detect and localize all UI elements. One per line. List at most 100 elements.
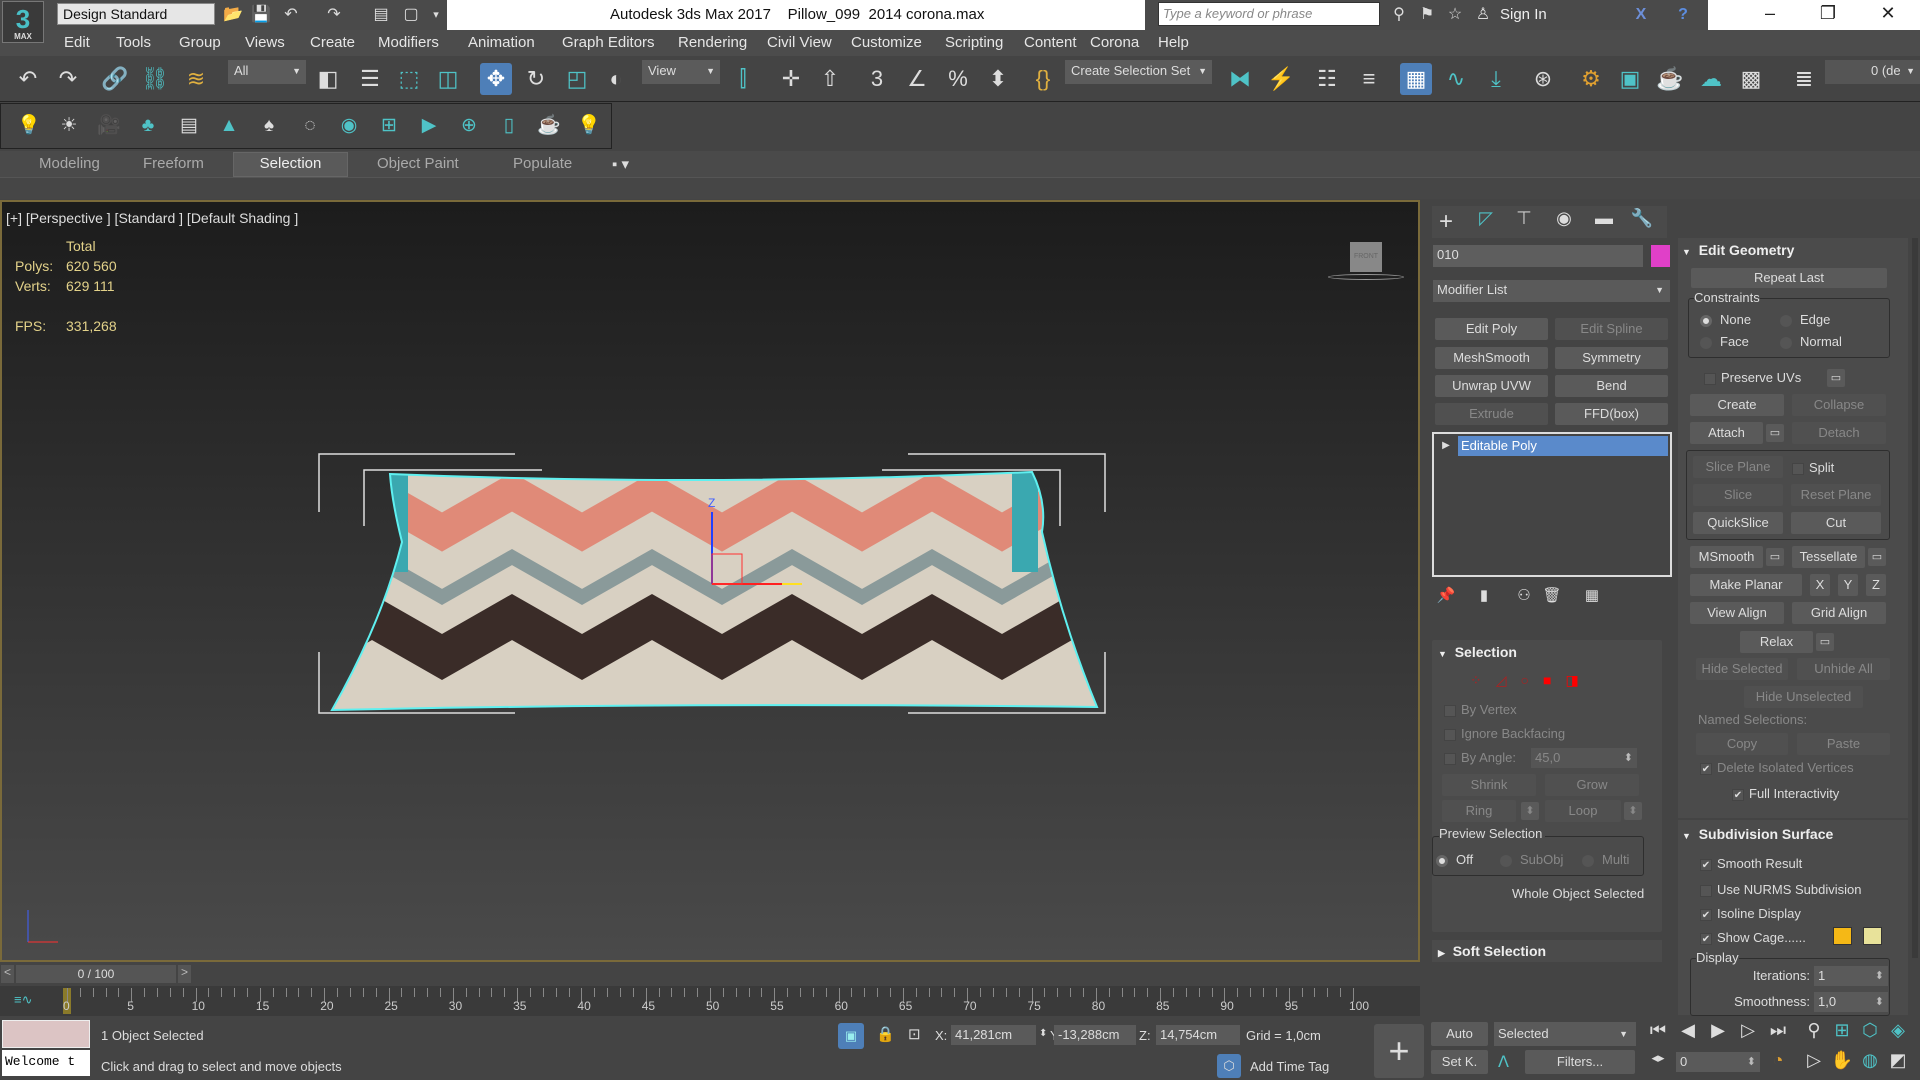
zoom-icon[interactable]: ⚲ — [1800, 1020, 1828, 1041]
show-end-result-icon[interactable]: ▮ — [1470, 586, 1498, 604]
delete-isolated-vertices-checkbox[interactable]: ✔ Delete Isolated Vertices — [1700, 760, 1854, 775]
grid-align-button[interactable]: Grid Align — [1792, 602, 1886, 624]
window-crossing-icon[interactable]: ◫ — [432, 63, 464, 95]
unlink-icon[interactable]: ⛓ — [139, 63, 171, 95]
sun-icon[interactable]: ☀ — [54, 111, 84, 141]
camera-add-icon[interactable]: ⊕ — [454, 111, 484, 141]
shrink-button[interactable]: Shrink — [1442, 774, 1536, 796]
edge-icon[interactable]: ◿ — [1496, 672, 1521, 688]
timeline-track[interactable]: ≡∿ 0 5 10 15 20 25 30 35 40 45 50 55 60 65 70 75 80 85 90 9… — [0, 986, 1420, 1016]
curve-editor-icon[interactable]: ∿ — [1440, 63, 1472, 95]
pivot-center-icon[interactable]: ⫿ — [727, 63, 759, 95]
utilities-tab-icon[interactable]: 🔧 — [1628, 208, 1656, 229]
pan-icon[interactable]: ✋ — [1828, 1050, 1856, 1071]
render-region-icon[interactable]: ⊞ — [374, 111, 404, 141]
constraint-none-radio[interactable]: None — [1700, 312, 1751, 327]
attach-button[interactable]: Attach — [1690, 422, 1763, 444]
tab-freeform[interactable]: Freeform — [143, 155, 204, 172]
subscription-icon[interactable]: ⚑ — [1416, 4, 1438, 26]
named-selection-dropdown[interactable]: Create Selection Set — [1065, 60, 1212, 84]
subdivision-surface-header[interactable]: ▼ Subdivision Surface — [1682, 826, 1833, 842]
minimize-button[interactable]: – — [1750, 3, 1790, 27]
menu-graph-editors[interactable]: Graph Editors — [562, 34, 655, 51]
go-to-start-icon[interactable]: ⏮ — [1644, 1020, 1672, 1041]
object-name-input[interactable]: 010 — [1433, 245, 1643, 267]
key-filter-dropdown[interactable]: Selected ▼ — [1494, 1022, 1636, 1046]
subobject-level-icons[interactable]: ⁘◿○■◨ — [1470, 672, 1593, 689]
menu-scripting[interactable]: Scripting — [945, 34, 1003, 51]
ribbon-options-icon[interactable]: ▪ ▾ — [612, 155, 629, 173]
selection-lock-icon[interactable]: 🔒 — [876, 1025, 895, 1043]
camera-icon[interactable]: 🎥 — [94, 111, 124, 141]
play-icon[interactable]: ▶ — [1704, 1020, 1732, 1041]
render-production-icon[interactable]: ☕ — [1654, 63, 1686, 95]
search-input[interactable]: Type a keyword or phrase — [1158, 2, 1380, 26]
select-and-move-icon[interactable]: ✥ — [480, 63, 512, 95]
previous-key-icon[interactable]: ◀ — [1674, 1020, 1702, 1041]
preview-multi-radio[interactable]: Multi — [1582, 852, 1629, 867]
make-planar-x-button[interactable]: X — [1810, 574, 1830, 596]
tessellate-settings-button[interactable]: ▭ — [1868, 548, 1886, 566]
create-button[interactable]: Create — [1690, 394, 1784, 416]
key-mode-toggle-icon[interactable]: ◂▸ — [1644, 1050, 1672, 1066]
key-filters-icon[interactable]: ᐱ — [1498, 1052, 1509, 1072]
menu-views[interactable]: Views — [245, 34, 285, 51]
open-icon[interactable]: 📂 — [222, 4, 244, 26]
favorites-icon[interactable]: ☆ — [1444, 4, 1466, 26]
align-icon[interactable]: ⚡ — [1265, 63, 1297, 95]
rectangular-selection-icon[interactable]: ⬚ — [393, 63, 425, 95]
previous-frame-button[interactable]: < — [1, 965, 14, 983]
ffd-box-button[interactable]: FFD(box) — [1555, 403, 1668, 425]
extrude-button[interactable]: Extrude — [1435, 403, 1548, 425]
repeat-last-button[interactable]: Repeat Last — [1691, 268, 1887, 288]
bind-space-warp-icon[interactable]: ≋ — [180, 63, 212, 95]
placement-icon[interactable]: ◐ — [600, 63, 632, 95]
user-icon[interactable]: ♙ — [1472, 4, 1494, 26]
symmetry-button[interactable]: Symmetry — [1555, 347, 1668, 369]
time-slider[interactable]: 0 / 100 — [16, 965, 176, 983]
preserve-uvs-settings-button[interactable]: ▭ — [1827, 369, 1845, 387]
split-checkbox[interactable]: Split — [1792, 460, 1834, 475]
save-icon[interactable]: 💾 — [250, 4, 272, 26]
zoom-all-icon[interactable]: ⊞ — [1828, 1020, 1856, 1041]
object-color-swatch[interactable] — [1651, 245, 1670, 267]
smoothness-spinner[interactable]: 1,0 — [1814, 992, 1888, 1012]
msmooth-settings-button[interactable]: ▭ — [1766, 548, 1784, 566]
schematic-view-icon[interactable]: ⤓ — [1480, 63, 1512, 95]
meshsmooth-button[interactable]: MeshSmooth — [1435, 347, 1548, 369]
remove-modifier-icon[interactable]: 🗑 — [1538, 586, 1566, 604]
zoom-extents-icon[interactable]: ⬡ — [1856, 1020, 1884, 1041]
slice-plane-button[interactable]: Slice Plane — [1693, 456, 1783, 478]
preserve-uvs-checkbox[interactable]: Preserve UVs — [1704, 370, 1801, 385]
menu-edit[interactable]: Edit — [64, 34, 90, 51]
teapot-icon[interactable]: ☕ — [534, 111, 564, 141]
menu-create[interactable]: Create — [310, 34, 355, 51]
reset-plane-button[interactable]: Reset Plane — [1791, 484, 1881, 506]
ignore-backfacing-checkbox[interactable]: Ignore Backfacing — [1444, 726, 1565, 741]
key-filters-button[interactable]: Filters... — [1525, 1050, 1635, 1074]
by-angle-checkbox[interactable]: By Angle: — [1444, 750, 1516, 765]
angle-snap-icon[interactable]: ∠ — [901, 63, 933, 95]
create-tab-icon[interactable]: + — [1432, 208, 1460, 236]
menu-civil-view[interactable]: Civil View — [767, 34, 832, 51]
time-configuration-icon[interactable]: ◔ — [1764, 1050, 1792, 1071]
relax-settings-button[interactable]: ▭ — [1816, 633, 1834, 651]
manage-layers-icon[interactable]: ≣ — [1788, 63, 1820, 95]
attach-settings-button[interactable]: ▭ — [1766, 424, 1784, 442]
redo-icon[interactable]: ↷ — [52, 63, 84, 95]
z-coordinate-field[interactable]: 14,754cm — [1156, 1025, 1240, 1045]
collapse-button[interactable]: Collapse — [1792, 394, 1886, 416]
hide-selected-button[interactable]: Hide Selected — [1696, 658, 1788, 680]
menu-content[interactable]: Content — [1024, 34, 1077, 51]
element-icon[interactable]: ◨ — [1565, 672, 1592, 688]
ring-spinner[interactable]: ⬍ — [1521, 802, 1539, 820]
perspective-viewport[interactable]: [+] [Perspective ] [Standard ] [Default … — [0, 200, 1420, 962]
menu-help[interactable]: Help — [1158, 34, 1189, 51]
unwrap-uvw-button[interactable]: Unwrap UVW — [1435, 375, 1548, 397]
help-icon[interactable]: ? — [1672, 4, 1694, 26]
tab-object-paint[interactable]: Object Paint — [377, 155, 459, 172]
binoculars-icon[interactable]: ⚲ — [1388, 4, 1410, 26]
angle-spinner[interactable]: 45,0 — [1531, 748, 1637, 768]
spinner-snap-icon[interactable]: ⬍ — [982, 63, 1014, 95]
view-align-button[interactable]: View Align — [1690, 602, 1784, 624]
